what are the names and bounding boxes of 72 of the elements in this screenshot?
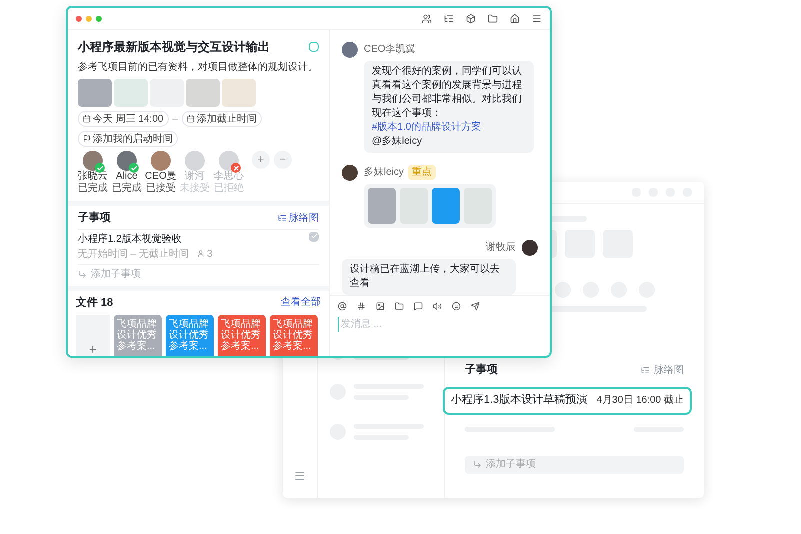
tree-view-link[interactable]: 脉络图 [278, 210, 319, 226]
add-file-button[interactable]: + [76, 315, 110, 356]
mention-link[interactable]: @多妹leicy [372, 136, 422, 147]
cube-icon[interactable] [466, 14, 476, 24]
subtask-title: 小程序1.3版本设计草稿预演 [451, 392, 588, 408]
emoji-icon[interactable] [452, 302, 461, 311]
member-name: Alice [116, 171, 138, 182]
hash-icon[interactable] [357, 302, 366, 311]
member-status: 已接受 [146, 183, 176, 195]
image-icon[interactable] [376, 302, 385, 311]
flag-icon [83, 135, 91, 143]
start-time-chip[interactable]: 今天 周三 14:00 [78, 111, 169, 127]
menu-icon[interactable] [532, 14, 542, 24]
photo-placeholder [186, 79, 220, 107]
task-description: 参考飞项目前的已有资料，对项目做整体的规划设计。 [78, 60, 319, 75]
subtask-checkbox[interactable] [309, 232, 319, 242]
send-icon[interactable] [471, 302, 480, 311]
decline-badge-icon [231, 163, 241, 173]
remove-member-button[interactable]: − [274, 151, 292, 169]
members-icon[interactable] [422, 14, 432, 24]
home-icon[interactable] [510, 14, 520, 24]
mention-icon[interactable] [338, 302, 347, 311]
member-status: 已拒绝 [214, 183, 244, 195]
subtask-title: 小程序1.2版本视觉验收 [78, 232, 183, 246]
member-status: 已完成 [112, 183, 142, 195]
task-title: 小程序最新版本视觉与交互设计输出 [78, 39, 270, 56]
section-title: 子事项 [78, 210, 111, 226]
add-subtask-button[interactable]: 添加子事项 [78, 264, 319, 282]
section-title: 文件 18 [76, 296, 114, 310]
priority-tag: 重点 [408, 165, 436, 180]
reminder-chip[interactable]: 添加我的启动时间 [78, 131, 178, 147]
folder-icon[interactable] [488, 14, 498, 24]
due-time: 4月30日 16:00 截止 [596, 394, 684, 408]
subtask-time: 无开始时间 – 无截止时间 [78, 248, 190, 262]
deadline-chip[interactable]: 添加截止时间 [182, 111, 262, 127]
tree-view-link[interactable]: 脉络图 [641, 362, 684, 378]
topic-link[interactable]: #版本1.0的品牌设计方案 [372, 122, 482, 133]
sender-name: 谢牧辰 [486, 240, 516, 255]
section-title: 子事项 [465, 362, 498, 378]
subtask-arrow-icon [78, 270, 87, 278]
calendar-icon [83, 115, 91, 123]
member-name: 谢河 [185, 171, 205, 182]
comment-icon[interactable] [414, 302, 423, 311]
tree-icon [278, 214, 287, 223]
avatar[interactable] [522, 240, 538, 256]
avatar[interactable] [342, 165, 358, 181]
subtask-row[interactable]: 小程序1.3版本设计草稿预演 4月30日 16:00 截止 [443, 386, 692, 414]
photo-placeholder [78, 79, 112, 107]
folder-icon[interactable] [395, 302, 404, 311]
sender-name: CEO李凯翼 [364, 42, 416, 57]
member-status: 已完成 [78, 183, 108, 195]
sender-name: 多妹leicy [364, 166, 404, 180]
assignee-count: 3 [197, 246, 213, 262]
message-input[interactable]: 发消息 ... [338, 317, 498, 332]
add-subtask-field[interactable]: 添加子事项 [465, 456, 684, 474]
calendar-icon [187, 115, 196, 123]
message-bubble: 发现个很好的案例，同学们可以认真看看这个案例的发展背景与进程与我们公司都非常相似。对比我们现在这个事项： #版本1.0的品牌设计方案 @多妹leicy [364, 61, 534, 153]
check-badge-icon [129, 163, 139, 173]
speaker-icon[interactable] [433, 302, 442, 311]
view-all-link[interactable]: 查看全部 [281, 295, 321, 310]
photo-placeholder [114, 79, 148, 107]
member-status: 未接受 [180, 183, 210, 195]
photo-placeholder [222, 79, 256, 107]
message-bubble: 设计稿已在蓝湖上传，大家可以去查看 [342, 259, 516, 295]
person-icon [197, 250, 206, 258]
subtask-arrow-icon [473, 460, 482, 469]
tree-icon [641, 366, 650, 375]
tree-icon[interactable] [444, 14, 454, 24]
member-name: CEO曼 [145, 171, 177, 182]
time-separator: – [172, 112, 178, 126]
task-checkbox[interactable] [309, 42, 319, 52]
add-member-button[interactable]: + [252, 151, 270, 169]
